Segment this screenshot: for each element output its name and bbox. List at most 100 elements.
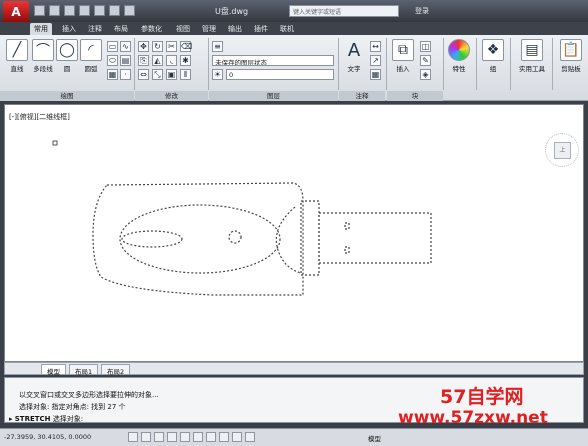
clipboard-icon: 📋 — [560, 39, 582, 61]
arc-tool[interactable]: ◜ 圆弧 — [80, 39, 102, 73]
tab-layout[interactable]: 布局 — [110, 23, 132, 35]
panel-draw-label[interactable]: 绘图 — [0, 91, 134, 101]
otrack-toggle-icon[interactable] — [193, 432, 203, 442]
layer-state-dropdown[interactable]: 未保存的图层状态 — [212, 55, 334, 66]
ucs-marker — [52, 140, 58, 146]
panel-annotation-label[interactable]: 注释 — [339, 91, 385, 101]
polyline-icon: ⌒ — [32, 39, 54, 61]
trim-icon[interactable]: ✂ — [166, 41, 177, 52]
watermark-logo: 57自学网 — [440, 386, 524, 408]
insert-block-tool[interactable]: ⧉ 插入 — [390, 39, 416, 73]
new-file-icon[interactable] — [34, 5, 45, 16]
edit-block-icon[interactable]: ✎ — [420, 55, 431, 66]
explode-icon[interactable]: ✱ — [180, 55, 191, 66]
tab-home[interactable]: 常用 — [30, 23, 52, 35]
undo-icon[interactable] — [94, 5, 105, 16]
properties-tool[interactable]: 特性 — [446, 39, 472, 73]
tab-online[interactable]: 联机 — [276, 23, 298, 35]
line-tool[interactable]: ╱ 直线 — [4, 39, 30, 73]
rotate-icon[interactable]: ↻ — [152, 41, 163, 52]
ortho-toggle-icon[interactable] — [154, 432, 164, 442]
clipboard-label: 剪贴板 — [561, 65, 581, 73]
panel-separator — [510, 38, 511, 90]
watermark-url: www.57zxw.net — [398, 408, 548, 428]
panel-layers-label[interactable]: 图层 — [209, 91, 338, 101]
copy-icon[interactable]: ⎘ — [138, 55, 149, 66]
layer-on-icon[interactable]: ☀ — [212, 69, 223, 80]
fillet-icon[interactable]: ◟ — [166, 55, 177, 66]
layer-properties-icon[interactable]: ≡ — [212, 41, 223, 52]
drawing-canvas[interactable] — [5, 105, 583, 361]
viewcube[interactable]: 上 — [545, 133, 579, 167]
quick-properties-icon[interactable] — [245, 432, 255, 442]
rectangle-icon[interactable]: ▭ — [107, 41, 118, 52]
erase-icon[interactable]: ⌫ — [180, 41, 192, 52]
model-space-label[interactable]: 模型 — [368, 433, 381, 443]
array-icon[interactable]: ▣ — [166, 69, 177, 80]
stretch-icon[interactable]: ⇔ — [138, 69, 149, 80]
snap-toggle-icon[interactable] — [128, 432, 138, 442]
utilities-tool[interactable]: ▤ 实用工具 — [514, 39, 550, 73]
panel-modify-label[interactable]: 修改 — [135, 91, 208, 101]
circle-tool[interactable]: ◯ 圆 — [56, 39, 78, 73]
block-attribute-icon[interactable]: ◈ — [420, 69, 431, 80]
ribbon-panel: ╱ 直线 ⌒ 多段线 ◯ 圆 ◜ 圆弧 ▭ ⬭ ▦ ∿ ▤ · 绘图 ✥ ↻ ✂ ⌫ ⎘… — [0, 35, 588, 101]
tab-model[interactable]: 模型 — [41, 364, 66, 376]
point-icon[interactable]: · — [120, 69, 131, 80]
dyn-toggle-icon[interactable] — [219, 432, 229, 442]
text-label: 文字 — [347, 65, 361, 73]
osnap-toggle-icon[interactable] — [180, 432, 190, 442]
redo-icon[interactable] — [124, 5, 135, 16]
usb-grip-ellipse — [119, 204, 281, 274]
tab-parametric[interactable]: 参数化 — [137, 23, 166, 35]
panel-block-label[interactable]: 块 — [387, 91, 443, 101]
scale-icon[interactable]: ⤡ — [152, 69, 163, 80]
color-wheel-icon — [448, 39, 470, 61]
lineweight-toggle-icon[interactable] — [232, 432, 242, 442]
text-tool[interactable]: A 文字 — [342, 39, 366, 74]
grid-toggle-icon[interactable] — [141, 432, 151, 442]
panel-separator — [134, 38, 135, 90]
current-layer-dropdown[interactable]: 0 — [226, 69, 334, 80]
move-icon[interactable]: ✥ — [138, 41, 149, 52]
window-title: U盘.dwg — [215, 7, 249, 16]
status-bar: -27.3959, 30.4105, 0.0000 模型 — [0, 428, 588, 446]
tab-output[interactable]: 输出 — [224, 23, 246, 35]
polyline-tool[interactable]: ⌒ 多段线 — [30, 39, 56, 73]
drawing-viewport[interactable]: [-][俯视][二维线框] 上 — [4, 104, 584, 362]
create-block-icon[interactable]: ◫ — [420, 41, 431, 52]
tab-layout1[interactable]: 布局1 — [69, 364, 99, 376]
spline-icon[interactable]: ∿ — [120, 41, 131, 52]
tab-insert[interactable]: 插入 — [58, 23, 80, 35]
ducs-toggle-icon[interactable] — [206, 432, 216, 442]
viewcube-top-face[interactable]: 上 — [554, 142, 571, 159]
mirror-icon[interactable]: ◭ — [152, 55, 163, 66]
group-tool[interactable]: ❖ 组 — [480, 39, 506, 73]
panel-separator — [443, 38, 444, 90]
open-file-icon[interactable] — [49, 5, 60, 16]
polar-toggle-icon[interactable] — [167, 432, 177, 442]
search-input[interactable]: 键入关键字或短语 — [289, 5, 399, 17]
application-menu-button[interactable]: A — [3, 1, 29, 23]
calculator-icon: ▤ — [521, 39, 543, 61]
command-prompt-text: 选择对象: — [52, 415, 84, 423]
command-prompt[interactable]: ▸ STRETCH 选择对象: — [9, 414, 83, 424]
tab-layout2[interactable]: 布局2 — [101, 364, 131, 376]
offset-icon[interactable]: ⫴ — [180, 69, 191, 80]
hatch-icon[interactable]: ▦ — [107, 69, 118, 80]
save-as-icon[interactable] — [79, 5, 90, 16]
table-icon[interactable]: ▦ — [370, 69, 381, 80]
tab-view[interactable]: 视图 — [172, 23, 194, 35]
save-icon[interactable] — [64, 5, 75, 16]
tab-annotate[interactable]: 注释 — [84, 23, 106, 35]
leader-icon[interactable]: ↗ — [370, 55, 381, 66]
tab-manage[interactable]: 管理 — [198, 23, 220, 35]
clipboard-tool[interactable]: 📋 剪贴板 — [556, 39, 586, 73]
print-icon[interactable] — [109, 5, 120, 16]
circle-label: 圆 — [63, 65, 71, 73]
dimension-icon[interactable]: ↔ — [370, 41, 381, 52]
tab-plugins[interactable]: 插件 — [250, 23, 272, 35]
login-button[interactable]: 登录 — [415, 6, 429, 16]
region-icon[interactable]: ▤ — [120, 55, 131, 66]
ellipse-icon[interactable]: ⬭ — [107, 55, 118, 66]
